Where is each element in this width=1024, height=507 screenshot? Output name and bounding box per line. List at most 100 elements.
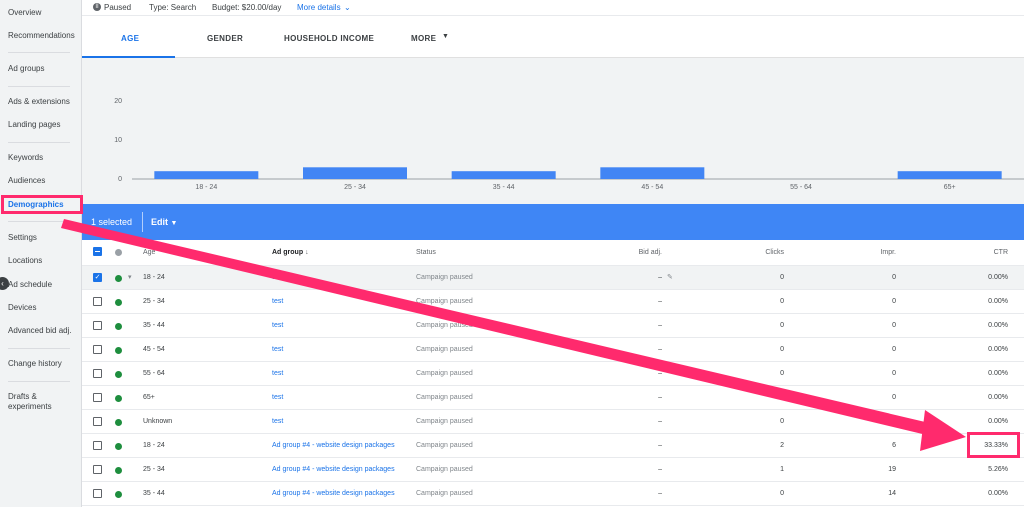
sidebar-item-change-history[interactable]: Change history xyxy=(8,359,62,369)
cell-bid-adj[interactable]: – xyxy=(602,410,662,434)
cell-ad-group-link[interactable]: Ad group #4 - website design packages xyxy=(272,482,395,506)
header-impr[interactable]: Impr. xyxy=(836,240,896,266)
selection-toolbar: 1 selected Edit ▼ xyxy=(82,204,1024,240)
table-row[interactable]: ✓ ▾ 18 - 24 test Campaign paused – ✎ 0 0 0.00% xyxy=(82,266,1024,290)
cell-ad-group-link[interactable]: Ad group #4 - website design packages xyxy=(272,434,395,458)
cell-age: 35 - 44 xyxy=(143,322,165,329)
cell-ad-group-link[interactable]: test xyxy=(272,362,283,386)
campaign-status: Paused xyxy=(104,3,132,12)
table-row[interactable]: 65+ test Campaign paused – 0 0 0.00% xyxy=(82,386,1024,410)
cell-bid-adj[interactable]: – xyxy=(602,434,662,458)
cell-bid-adj[interactable]: – xyxy=(602,362,662,386)
sidebar-item-recommendations[interactable]: Recommendations xyxy=(8,31,75,41)
tab-more[interactable]: MORE xyxy=(411,34,436,43)
header-ad-group[interactable]: Ad group ↓ xyxy=(272,240,309,266)
cell-impr: 0 xyxy=(892,418,896,425)
cell-impr: 0 xyxy=(892,394,896,401)
table-row[interactable]: 25 - 34 test Campaign paused – 0 0 0.00% xyxy=(82,290,1024,314)
row-checkbox[interactable] xyxy=(93,393,102,402)
cell-status: Campaign paused xyxy=(416,466,473,473)
sidebar-item-keywords[interactable]: Keywords xyxy=(8,153,43,163)
cell-ad-group-link[interactable]: test xyxy=(272,314,283,338)
enabled-status-dot xyxy=(115,419,122,426)
cell-bid-adj[interactable]: – xyxy=(602,338,662,362)
cell-ad-group-link[interactable]: test xyxy=(272,338,283,362)
row-checkbox[interactable] xyxy=(93,345,102,354)
cell-bid-adj[interactable]: – xyxy=(602,458,662,482)
chart-bar[interactable] xyxy=(154,171,259,179)
table-row[interactable]: 35 - 44 test Campaign paused – 0 0 0.00% xyxy=(82,314,1024,338)
header-ctr[interactable]: CTR xyxy=(948,240,1008,266)
enabled-status-dot xyxy=(115,395,122,402)
sidebar-divider xyxy=(8,381,70,382)
select-all-checkbox[interactable] xyxy=(93,247,102,256)
chart-bar[interactable] xyxy=(303,167,407,179)
cell-bid-adj[interactable]: – xyxy=(602,386,662,410)
table-row[interactable]: 45 - 54 test Campaign paused – 0 0 0.00% xyxy=(82,338,1024,362)
caret-down-icon[interactable]: ▾ xyxy=(128,266,132,290)
x-tick-label: 65+ xyxy=(944,184,956,191)
row-checkbox[interactable] xyxy=(93,465,102,474)
tab-age[interactable]: AGE xyxy=(121,34,139,43)
sidebar-item-drafts-experiments[interactable]: Drafts & xyxy=(8,392,37,402)
cell-age: 65+ xyxy=(143,394,155,401)
cell-ad-group-link[interactable]: test xyxy=(272,386,283,410)
cell-bid-adj[interactable]: – xyxy=(602,314,662,338)
table-row[interactable]: 18 - 24 Ad group #4 - website design pack… xyxy=(82,434,1024,458)
row-checkbox[interactable] xyxy=(93,321,102,330)
edit-button[interactable]: Edit ▼ xyxy=(151,217,177,227)
tab-gender[interactable]: GENDER xyxy=(207,34,243,43)
sidebar-item-ads-extensions[interactable]: Ads & extensions xyxy=(8,97,70,107)
row-checkbox[interactable] xyxy=(93,369,102,378)
caret-down-icon[interactable]: ▼ xyxy=(442,33,449,40)
row-checkbox[interactable] xyxy=(93,441,102,450)
header-age[interactable]: Age xyxy=(143,240,155,266)
sidebar-item-devices[interactable]: Devices xyxy=(8,303,36,313)
sidebar-item-overview[interactable]: Overview xyxy=(8,8,41,18)
cell-age: 35 - 44 xyxy=(143,490,165,497)
header-status[interactable]: Status xyxy=(416,240,436,266)
pencil-edit-icon[interactable]: ✎ xyxy=(667,266,673,290)
row-checkbox[interactable] xyxy=(93,489,102,498)
cell-ad-group-link[interactable]: test xyxy=(272,410,283,434)
status-header-dot xyxy=(115,249,122,256)
cell-ctr: 0.00% xyxy=(988,394,1008,401)
row-checkbox[interactable] xyxy=(93,297,102,306)
sidebar-item-ad-schedule[interactable]: Ad schedule xyxy=(8,280,52,290)
cell-ad-group-link[interactable]: test xyxy=(272,266,283,290)
sidebar-item-ad-groups[interactable]: Ad groups xyxy=(8,64,44,74)
table-row[interactable]: 25 - 34 Ad group #4 - website design pack… xyxy=(82,458,1024,482)
more-details-link[interactable]: More details xyxy=(297,3,341,13)
header-clicks[interactable]: Clicks xyxy=(722,240,784,266)
sidebar-item-landing-pages[interactable]: Landing pages xyxy=(8,120,61,130)
y-tick-label: 0 xyxy=(118,176,122,183)
cell-clicks: 0 xyxy=(780,418,784,425)
cell-ad-group-link[interactable]: test xyxy=(272,290,283,314)
cell-bid-adj[interactable]: – xyxy=(602,266,662,290)
demographics-tabs: AGE GENDER HOUSEHOLD INCOME MORE ▼ xyxy=(82,16,1024,58)
chart-bar[interactable] xyxy=(451,171,556,179)
chevron-down-icon[interactable]: ⌄ xyxy=(344,3,351,13)
cell-ad-group-link[interactable]: Ad group #4 - website design packages xyxy=(272,458,395,482)
chart-bar[interactable] xyxy=(600,167,705,179)
sidebar-item-audiences[interactable]: Audiences xyxy=(8,176,45,186)
cell-impr: 19 xyxy=(888,466,896,473)
tab-household-income[interactable]: HOUSEHOLD INCOME xyxy=(284,34,374,43)
row-checkbox[interactable] xyxy=(93,417,102,426)
sidebar-item-advanced-bid-adj[interactable]: Advanced bid adj. xyxy=(8,326,72,336)
cell-impr: 0 xyxy=(892,298,896,305)
table-row[interactable]: 55 - 64 test Campaign paused – 0 0 0.00% xyxy=(82,362,1024,386)
cell-impr: 0 xyxy=(892,346,896,353)
chart-bar[interactable] xyxy=(897,171,1002,179)
sidebar-divider xyxy=(8,221,70,222)
sidebar-item-locations[interactable]: Locations xyxy=(8,256,42,266)
sidebar-item-settings[interactable]: Settings xyxy=(8,233,37,243)
table-row[interactable]: Unknown test Campaign paused – 0 0 0.00% xyxy=(82,410,1024,434)
header-bid-adj[interactable]: Bid adj. xyxy=(602,240,662,266)
cell-bid-adj[interactable]: – xyxy=(602,290,662,314)
cell-status: Campaign paused xyxy=(416,298,473,305)
row-checkbox[interactable]: ✓ xyxy=(93,273,102,282)
sidebar-item-drafts-experiments-line2[interactable]: experiments xyxy=(8,402,52,412)
cell-bid-adj[interactable]: – xyxy=(602,482,662,506)
table-row[interactable]: 35 - 44 Ad group #4 - website design pack… xyxy=(82,482,1024,506)
